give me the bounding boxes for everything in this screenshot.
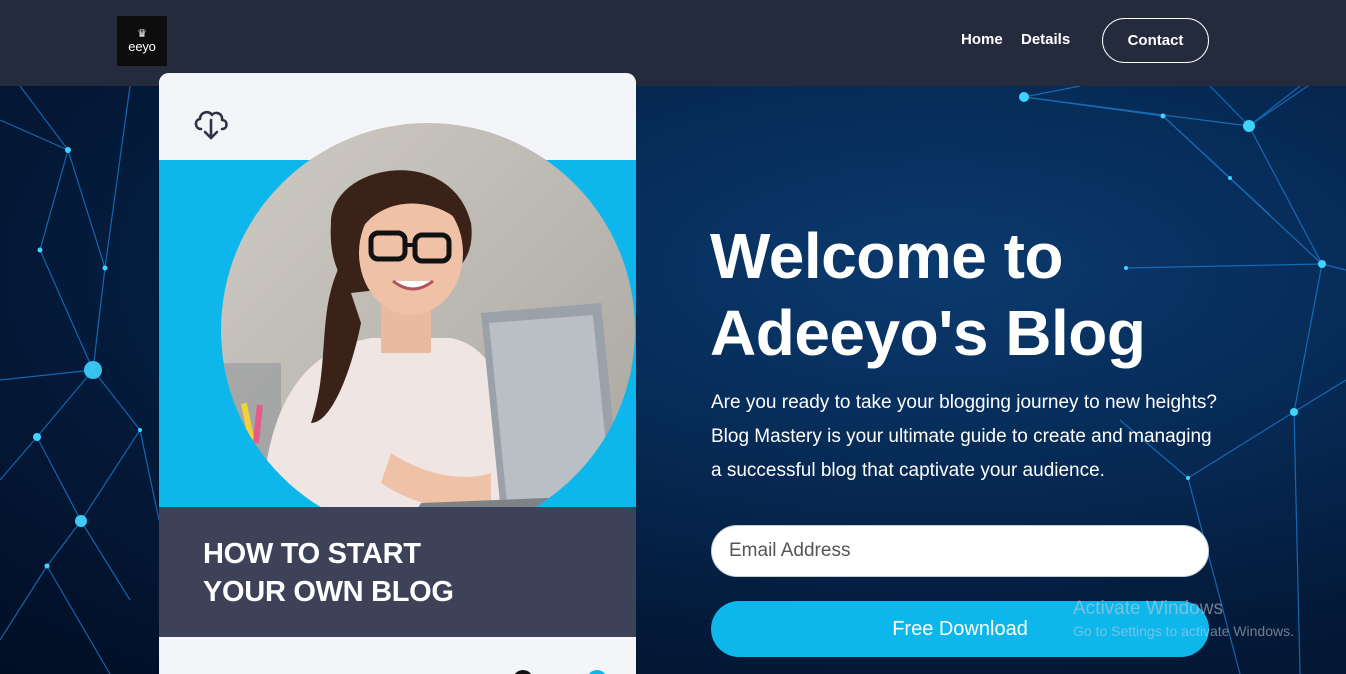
logo-wordmark: eeyo: [128, 38, 156, 54]
nav-details-link[interactable]: Details: [1021, 31, 1070, 48]
cloud-download-icon[interactable]: [191, 103, 231, 143]
card-bottom-strip: [159, 637, 636, 674]
hero-title-line2: Adeeyo's Blog: [710, 297, 1146, 369]
woman-with-laptop-photo: [221, 123, 635, 537]
activate-windows-hint: Go to Settings to activate Windows.: [1073, 623, 1294, 639]
nav-home-link[interactable]: Home: [961, 31, 1003, 48]
ebook-cover-card: HOW TO START YOUR OWN BLOG: [159, 73, 636, 674]
cover-title-band: HOW TO START YOUR OWN BLOG: [159, 507, 636, 637]
hero-description: Are you ready to take your blogging jour…: [711, 392, 1217, 481]
email-input[interactable]: [711, 525, 1209, 577]
site-logo[interactable]: ♛ eeyo: [117, 16, 167, 66]
hero-title-line1: Welcome to: [710, 220, 1064, 292]
contact-button[interactable]: Contact: [1102, 18, 1209, 63]
crown-icon: ♛: [137, 27, 147, 40]
hero-title: Welcome to Adeeyo's Blog: [710, 218, 1270, 372]
social-icons: [515, 670, 605, 674]
activate-windows-watermark: Activate Windows: [1073, 598, 1223, 619]
cover-headline: HOW TO START YOUR OWN BLOG: [203, 538, 454, 608]
